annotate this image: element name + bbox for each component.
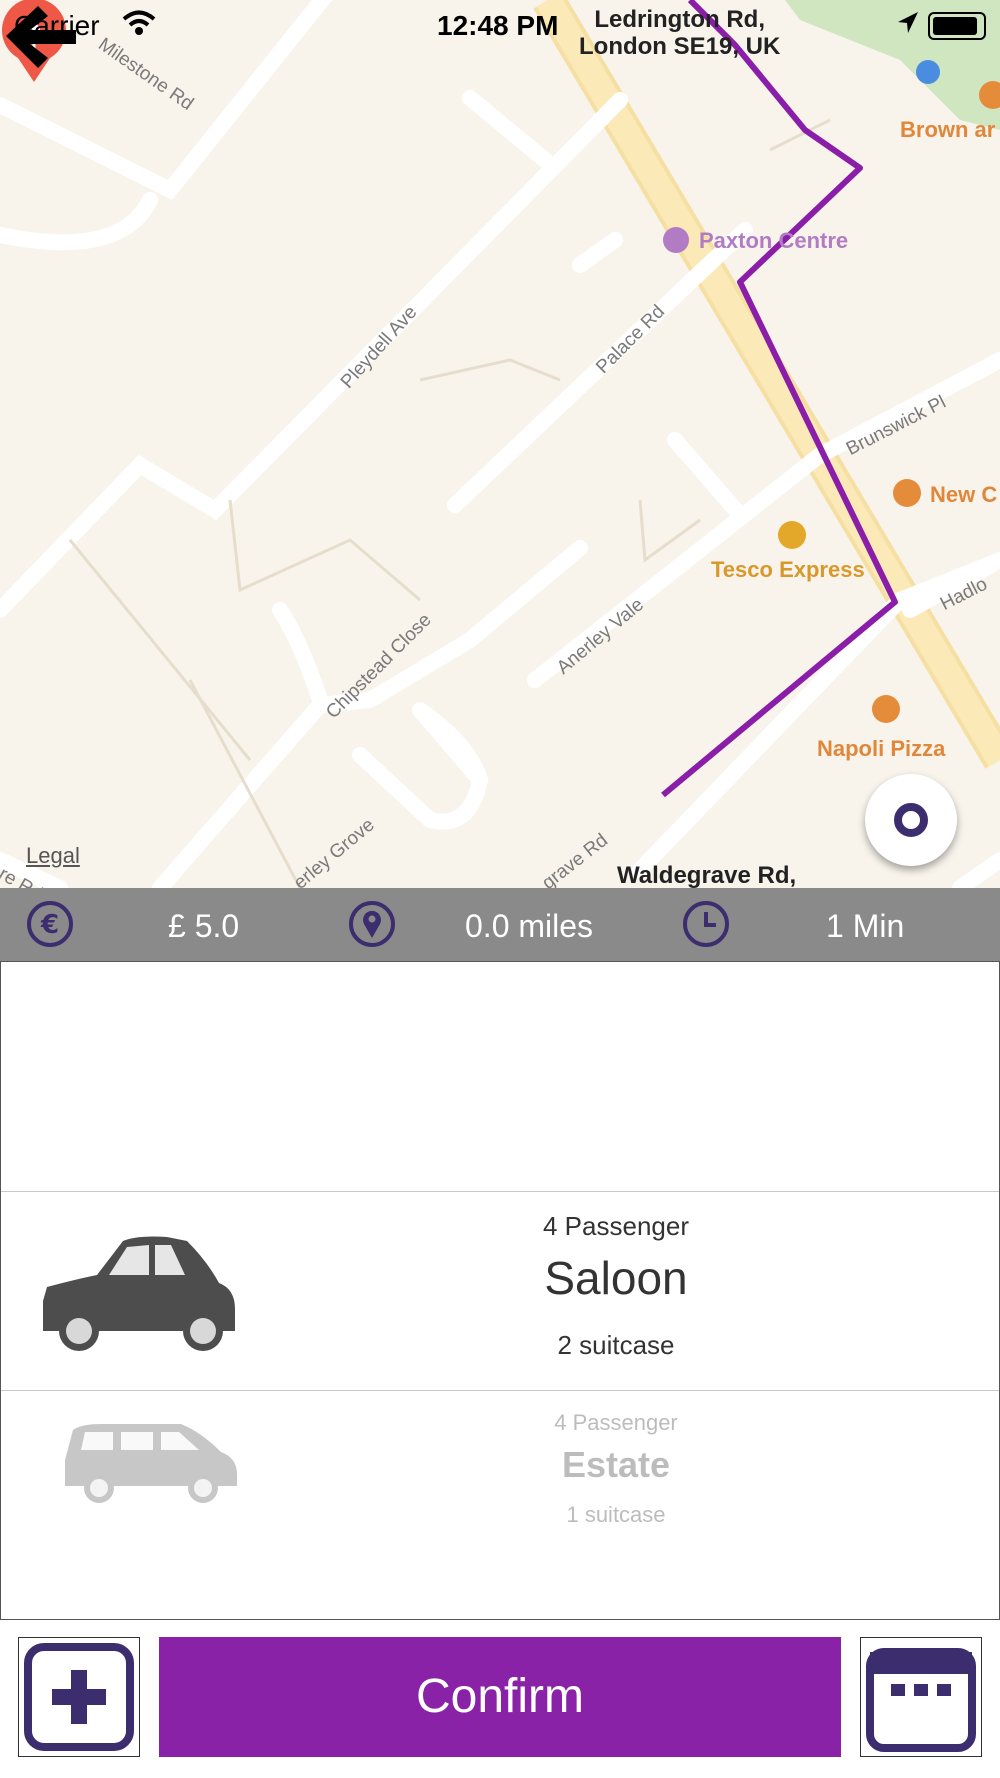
passenger-capacity: 4 Passenger <box>543 1211 689 1241</box>
wifi-icon <box>122 10 156 35</box>
passenger-capacity: 4 Passenger <box>554 1410 678 1435</box>
distance-value: 0.0 miles <box>465 908 594 944</box>
location-arrow-icon <box>898 12 918 33</box>
location-pin-icon <box>349 901 395 947</box>
poi-label: Paxton Centre <box>699 228 849 253</box>
vehicle-picker[interactable]: 4 Passenger Saloon 2 suitcase 4 Passenge… <box>0 961 1000 1620</box>
target-icon <box>904 813 918 827</box>
battery-icon <box>928 12 986 40</box>
vehicle-option-saloon[interactable]: 4 Passenger Saloon 2 suitcase <box>1 1191 999 1390</box>
vehicle-option-estate[interactable]: 4 Passenger Estate 1 suitcase <box>1 1392 999 1572</box>
status-bar: Carrier 12:48 PM <box>0 0 1000 50</box>
vehicle-name: Saloon <box>544 1252 688 1304</box>
confirm-button[interactable]: Confirm <box>159 1637 841 1757</box>
clock-icon <box>683 901 729 947</box>
svg-text:€: € <box>40 910 59 940</box>
poi-label: Napoli Pizza <box>817 736 946 761</box>
luggage-capacity: 1 suitcase <box>566 1502 666 1527</box>
schedule-button[interactable] <box>860 1637 982 1757</box>
map-view[interactable]: Ledrington Rd, London SE19, UK Paxton Ce… <box>0 0 1000 888</box>
legal-link[interactable]: Legal <box>26 843 80 869</box>
plus-square-icon <box>24 1643 134 1751</box>
luggage-capacity: 2 suitcase <box>557 1330 675 1360</box>
poi-label: Tesco Express <box>711 557 865 582</box>
fare-value: £ 5.0 <box>168 908 240 944</box>
calendar-icon <box>866 1648 976 1752</box>
add-stop-button[interactable] <box>18 1637 140 1757</box>
duration-value: 1 Min <box>826 908 905 944</box>
pickup-address: Waldegrave Rd, <box>617 862 797 888</box>
carrier-label: Carrier <box>14 10 100 41</box>
vehicle-name: Estate <box>561 1444 671 1485</box>
euro-icon: € <box>27 901 73 947</box>
trip-info-bar: € £ 5.0 0.0 miles 1 Min <box>0 888 1000 961</box>
poi-label: New C <box>930 482 998 507</box>
picker-divider <box>1 1390 999 1391</box>
poi-label: Brown ar <box>900 117 996 142</box>
recenter-location-button[interactable] <box>865 774 957 866</box>
clock-time: 12:48 PM <box>437 10 559 41</box>
